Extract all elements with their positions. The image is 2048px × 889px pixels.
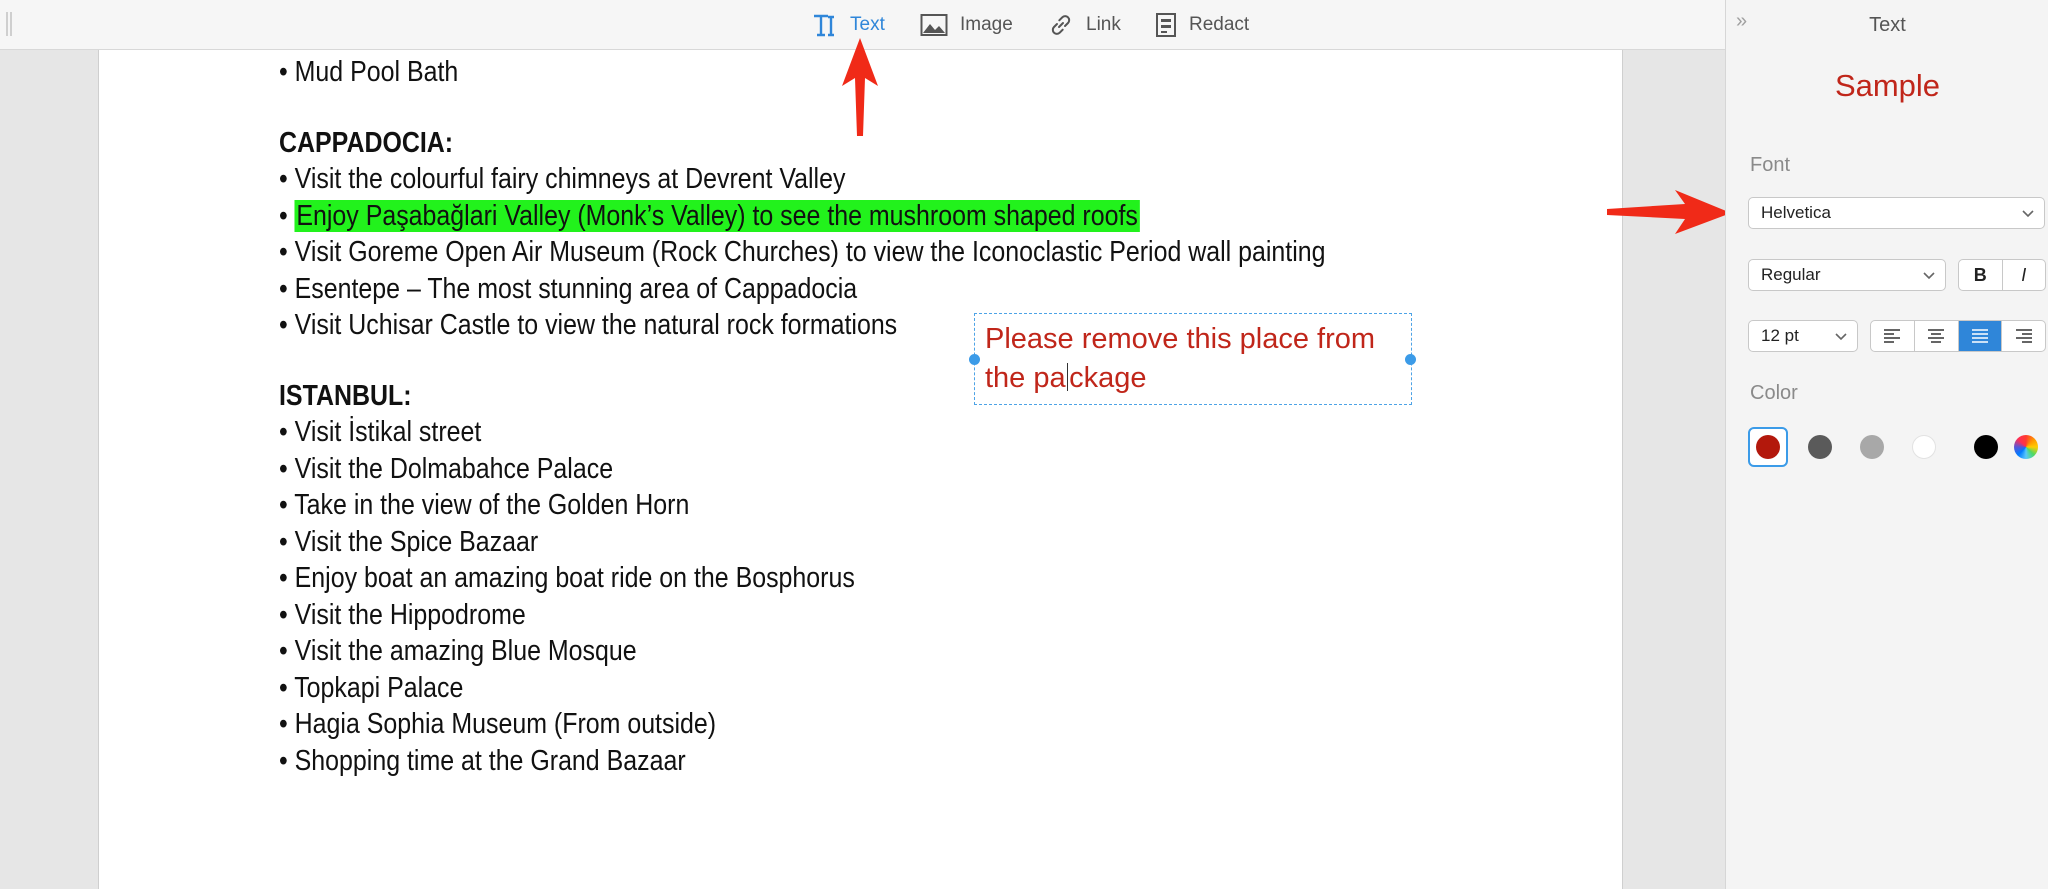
document-body: • Mud Pool Bath CAPPADOCIA: • Visit the … xyxy=(279,54,1325,779)
italic-button[interactable]: I xyxy=(2003,260,2046,290)
text-tool-label: Text xyxy=(850,14,885,35)
doc-line: • Esentepe – The most stunning area of C… xyxy=(279,272,858,305)
text-alignment-group xyxy=(1870,320,2046,352)
doc-line: • Visit the Hippodrome xyxy=(279,598,526,631)
doc-line: • Visit the amazing Blue Mosque xyxy=(279,635,637,667)
image-tool-label: Image xyxy=(960,14,1013,35)
redact-tool-label: Redact xyxy=(1189,14,1250,35)
image-icon xyxy=(920,13,948,37)
color-section-label: Color xyxy=(1750,382,1798,404)
bold-italic-group: B I xyxy=(1958,259,2046,291)
doc-line: • Visit the Dolmabahce Palace xyxy=(279,452,614,485)
annotation-line-1: Please remove this place from xyxy=(985,323,1376,355)
resize-handle-right[interactable] xyxy=(1405,354,1416,365)
text-caret xyxy=(1066,363,1069,391)
doc-line: • Shopping time at the Grand Bazaar xyxy=(279,744,686,777)
font-family-value: Helvetica xyxy=(1761,203,1831,222)
doc-line: • Take in the view of the Golden Horn xyxy=(279,489,690,521)
link-tool-button[interactable]: Link xyxy=(1048,0,1121,50)
highlighted-text: Enjoy Paşabağlari Valley (Monk’s Valley)… xyxy=(294,199,1140,232)
align-right-icon xyxy=(2015,329,2032,343)
text-inspector-panel: » Text Sample Font Helvetica Regular B I… xyxy=(1725,0,2048,889)
align-center-button[interactable] xyxy=(1915,321,1959,351)
align-right-button[interactable] xyxy=(2002,321,2045,351)
bullet: • xyxy=(279,199,295,232)
font-size-select[interactable]: 12 pt xyxy=(1748,320,1858,352)
font-style-value: Regular xyxy=(1761,265,1821,284)
document-page[interactable]: • Mud Pool Bath CAPPADOCIA: • Visit the … xyxy=(98,50,1623,889)
bold-button[interactable]: B xyxy=(1959,260,2003,290)
link-tool-label: Link xyxy=(1086,14,1121,35)
link-icon xyxy=(1048,12,1074,38)
align-center-icon xyxy=(1928,329,1945,343)
toolbar-grip[interactable] xyxy=(6,12,12,36)
text-annotation-content[interactable]: Please remove this place from the pa ckag… xyxy=(985,320,1401,398)
doc-line: • Mud Pool Bath xyxy=(279,56,459,88)
font-section-label: Font xyxy=(1750,154,1791,176)
align-left-icon xyxy=(1884,329,1901,343)
red-arrow-up-icon xyxy=(842,38,878,136)
annotation-line-2: the pa ckage xyxy=(985,362,1147,394)
font-family-select[interactable]: Helvetica xyxy=(1748,197,2045,229)
align-left-button[interactable] xyxy=(1871,321,1915,351)
chevron-down-icon xyxy=(1835,333,1847,341)
font-size-value: 12 pt xyxy=(1761,326,1799,345)
doc-line: • Hagia Sophia Museum (From outside) xyxy=(279,708,717,740)
font-style-select[interactable]: Regular xyxy=(1748,259,1946,291)
color-swatch-dark-gray[interactable] xyxy=(1808,435,1832,459)
doc-blank-line xyxy=(279,91,1325,125)
doc-line: • Topkapi Palace xyxy=(279,671,464,704)
doc-line: • Enjoy boat an amazing boat ride on the… xyxy=(279,562,855,594)
text-annotation-box[interactable]: Please remove this place from the pa ckag… xyxy=(974,313,1412,405)
red-arrow-right-icon xyxy=(1607,190,1731,234)
color-swatch-white[interactable] xyxy=(1912,435,1936,459)
color-swatch-black[interactable] xyxy=(1974,435,1998,459)
text-tool-icon xyxy=(812,12,838,38)
redact-tool-button[interactable]: Redact xyxy=(1155,0,1249,50)
chevron-down-icon xyxy=(1923,272,1935,280)
panel-title: Text xyxy=(1869,14,1906,36)
doc-line: • Visit İstikal street xyxy=(279,416,482,448)
color-wheel-icon[interactable] xyxy=(2014,435,2038,459)
color-swatch-red[interactable] xyxy=(1756,435,1780,459)
resize-handle-left[interactable] xyxy=(969,354,980,365)
color-swatch-light-gray[interactable] xyxy=(1860,435,1884,459)
align-justify-icon xyxy=(1971,329,1988,343)
redact-icon xyxy=(1155,12,1177,38)
doc-line: • Visit Goreme Open Air Museum (Rock Chu… xyxy=(279,236,1326,268)
doc-line-highlighted: • Enjoy Paşabağlari Valley (Monk’s Valle… xyxy=(279,198,1325,235)
image-tool-button[interactable]: Image xyxy=(920,0,1013,50)
section-heading-cappadocia: CAPPADOCIA: xyxy=(279,126,454,159)
chevron-down-icon xyxy=(2022,210,2034,218)
doc-line: • Visit the Spice Bazaar xyxy=(279,525,539,558)
doc-line: • Visit the colourful fairy chimneys at … xyxy=(279,163,846,195)
font-sample-preview: Sample xyxy=(1834,68,1941,103)
align-justify-button[interactable] xyxy=(1958,321,2003,351)
